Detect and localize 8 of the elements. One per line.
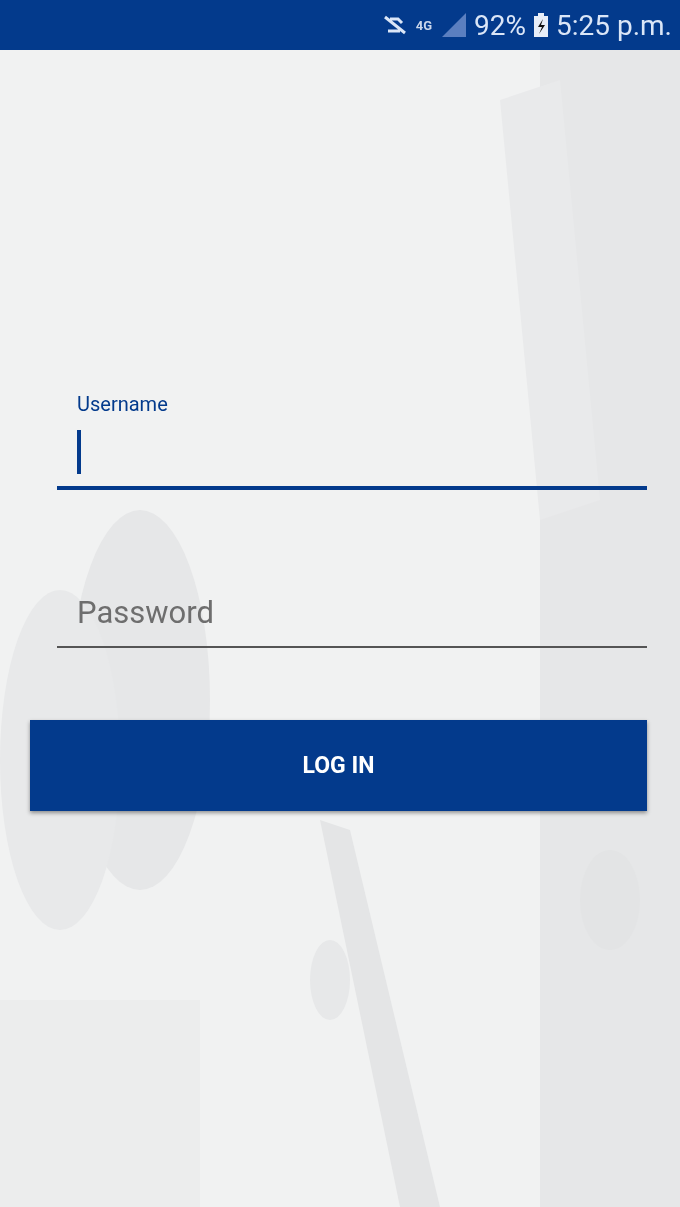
battery-icon [534,13,548,37]
network-type: 4G [415,17,433,33]
signal-icon [440,13,467,37]
username-field[interactable]: Username [57,392,647,490]
password-field[interactable]: Password [57,578,647,648]
clock-time: 5:25 p.m. [556,8,672,42]
login-button[interactable]: LOG IN [30,720,647,811]
battery-percent: 92% [474,8,526,42]
